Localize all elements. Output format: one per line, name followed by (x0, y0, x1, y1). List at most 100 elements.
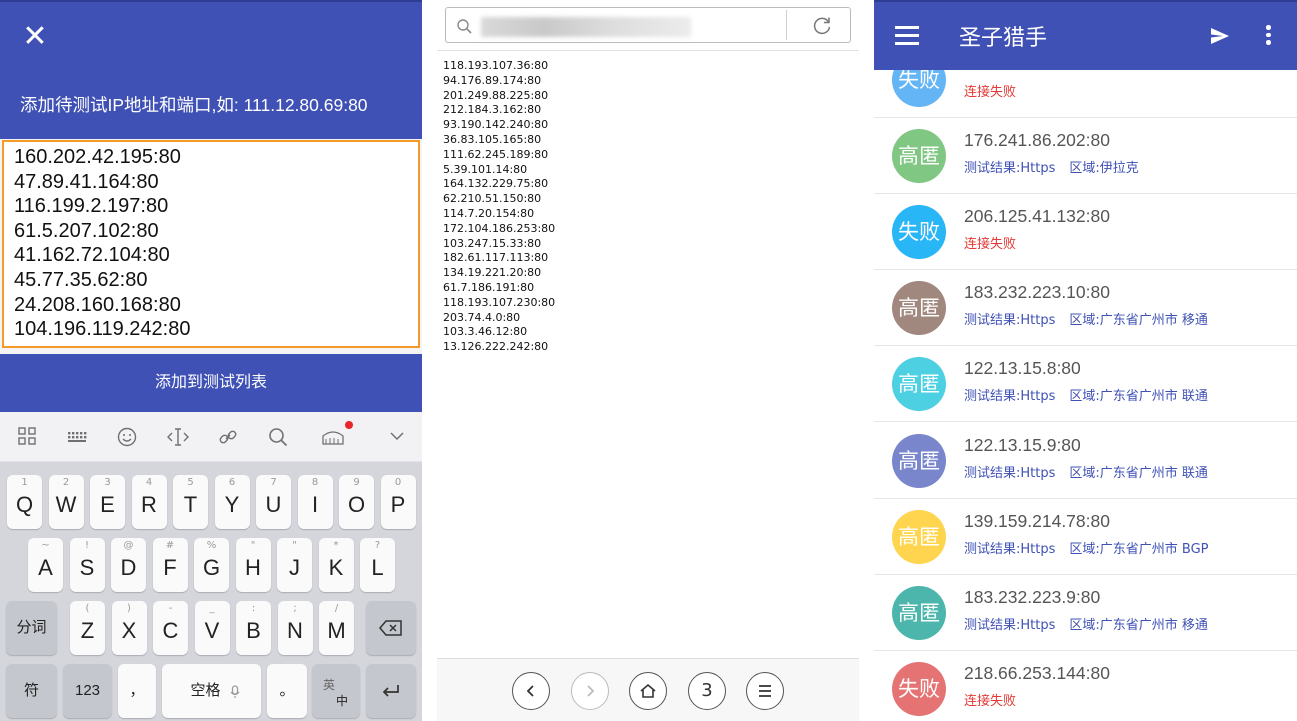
enter-key[interactable] (366, 664, 416, 718)
key-a[interactable]: ~ A (28, 538, 63, 592)
proxy-list-item[interactable]: 高匿 122.13.15.9:80 测试结果:Https 区域:广东省广州市 联通 (874, 422, 1297, 499)
key-g[interactable]: % G (194, 538, 229, 592)
key-p[interactable]: 0P (380, 475, 416, 529)
proxy-list-item[interactable]: 高匿 183.232.223.10:80 测试结果:Https 区域:广东省广州市 移… (874, 270, 1297, 347)
region: 区域:伊拉克 (1069, 161, 1139, 177)
key-u[interactable]: 7U (256, 475, 291, 529)
proxy-results-screen: 圣子猎手 失败114.115.216.99:80连接失败高匿176.241.86… (874, 0, 1297, 721)
proxy-address: 206.125.41.132:80 (964, 206, 1110, 227)
search-icon[interactable] (263, 422, 293, 452)
cursor-icon[interactable] (163, 422, 193, 452)
grid-icon[interactable] (12, 422, 42, 452)
key-j[interactable]: " J (277, 538, 312, 592)
add-proxy-header: ✕ 添加待测试IP地址和端口,如: 111.12.80.69:80 (0, 0, 422, 139)
more-options-icon[interactable] (1266, 25, 1272, 47)
key-hint: 5 (187, 477, 194, 488)
key-l[interactable]: ? L (360, 538, 395, 592)
ip-list-line: 134.19.221.20:80 (443, 266, 542, 280)
back-icon[interactable] (512, 672, 550, 710)
test-result: 连接失败 (964, 693, 1017, 709)
key-k[interactable]: * K (318, 538, 354, 592)
link-icon[interactable] (213, 422, 243, 452)
hamburger-menu-icon[interactable] (895, 26, 919, 46)
key-q[interactable]: 1Q (7, 475, 42, 529)
key-n[interactable]: ; N (277, 601, 313, 655)
key-label: K (328, 555, 344, 580)
ip-list-line: 114.7.20.154:80 (443, 206, 535, 220)
send-icon[interactable] (1209, 25, 1231, 47)
close-icon[interactable]: ✕ (18, 20, 52, 54)
ip-list-line: 36.83.105.165:80 (443, 132, 542, 146)
space-key[interactable]: 空格 (162, 664, 261, 718)
address-bar[interactable] (445, 7, 851, 43)
key-d[interactable]: @ D (111, 538, 146, 592)
key-label: D (120, 555, 137, 580)
ip-list-line: 118.193.107.230:80 (443, 295, 556, 309)
backspace-key[interactable] (366, 601, 416, 655)
test-result: 测试结果:Https (964, 541, 1056, 557)
key-label: R (141, 492, 157, 517)
proxy-list-item[interactable]: 失败 218.66.253.144:80 连接失败 (874, 650, 1297, 721)
key-label: 分词 (16, 619, 47, 636)
key-hint: # (165, 540, 175, 551)
proxy-list-item[interactable]: 高匿 183.232.223.9:80 测试结果:Https 区域:广东省广州市 移通 (874, 574, 1297, 651)
home-icon[interactable] (629, 672, 667, 710)
key-v[interactable]: _ V (194, 601, 230, 655)
key-hint: % (206, 540, 217, 551)
key-b[interactable]: :B (236, 601, 271, 655)
proxy-list-item[interactable]: 高匿 139.159.214.78:80 测试结果:Https 区域:广东省广州市 B… (874, 498, 1297, 575)
symbol-key[interactable]: 符 (6, 664, 57, 718)
mascot-icon[interactable] (318, 422, 348, 452)
menu-icon[interactable] (746, 672, 784, 710)
key-h[interactable]: " H (235, 538, 271, 592)
test-result-line: 测试结果:Https 区域:广东省广州市 移通 (964, 309, 1208, 328)
key-x[interactable]: ) X (111, 601, 147, 655)
ip-list-line: 164.132.229.75:80 (443, 177, 549, 191)
key-y[interactable]: 6Y (214, 475, 250, 529)
language-switch-key[interactable]: 英中 (312, 664, 360, 718)
ip-line: 41.162.72.104:80 (14, 244, 170, 267)
segment-key[interactable]: 分词 (6, 601, 57, 655)
key-label: L (371, 555, 384, 580)
key-z[interactable]: (Z (70, 601, 105, 655)
key-label: B (246, 618, 261, 643)
tabs-button[interactable]: 3 (688, 672, 726, 710)
comma-key[interactable]: ， (118, 664, 156, 718)
proxy-list-item[interactable]: 失败 206.125.41.132:80 连接失败 (874, 194, 1297, 271)
emoji-icon[interactable] (112, 422, 142, 452)
key-m[interactable]: / M (319, 601, 354, 655)
test-result: 测试结果:Https (964, 161, 1056, 177)
key-c[interactable]: -C (153, 601, 188, 655)
key-f[interactable]: # F (152, 538, 188, 592)
reload-icon[interactable] (810, 14, 834, 38)
proxy-address: 122.13.15.9:80 (964, 434, 1081, 455)
key-hint: ) (127, 603, 131, 614)
key-label: Y (224, 492, 240, 517)
key-label: Z (80, 618, 95, 643)
proxy-list-item[interactable]: 高匿 176.241.86.202:80 测试结果:Https 区域:伊拉克 (874, 118, 1297, 195)
add-to-test-list-button[interactable]: 添加到测试列表 (0, 354, 422, 412)
proxy-list-item[interactable]: 失败 114.115.216.99:80 连接失败 (874, 70, 1297, 118)
region: 区域:广东省广州市 BGP (1069, 541, 1209, 557)
forward-icon[interactable] (571, 672, 609, 710)
key-w[interactable]: 2W (48, 475, 84, 529)
keyboard-icon[interactable] (62, 422, 92, 452)
key-label: 。 (279, 682, 295, 699)
proxy-list-item[interactable]: 高匿 122.13.15.8:80 测试结果:Https 区域:广东省广州市 联通 (874, 346, 1297, 423)
key-r[interactable]: 4R (131, 475, 167, 529)
key-s[interactable]: ! S (69, 538, 105, 592)
collapse-keyboard-icon[interactable] (382, 422, 412, 452)
url-divider (786, 10, 787, 40)
numbers-key[interactable]: 123 (63, 664, 112, 718)
period-key[interactable]: 。 (267, 664, 307, 718)
key-i[interactable]: 8I (297, 475, 333, 529)
ip-input-textarea[interactable]: 160.202.42.195:80 47.89.41.164:80 116.199.… (2, 140, 420, 348)
ip-list-line: 94.176.89.174:80 (443, 73, 542, 87)
key-e[interactable]: 3E (90, 475, 125, 529)
key-t[interactable]: 5T (173, 475, 208, 529)
key-label: S (79, 555, 95, 580)
key-o[interactable]: 9O (339, 475, 374, 529)
key-hint: * (333, 540, 339, 551)
anonymity-badge: 高匿 (892, 433, 946, 488)
test-result: 连接失败 (964, 85, 1017, 100)
